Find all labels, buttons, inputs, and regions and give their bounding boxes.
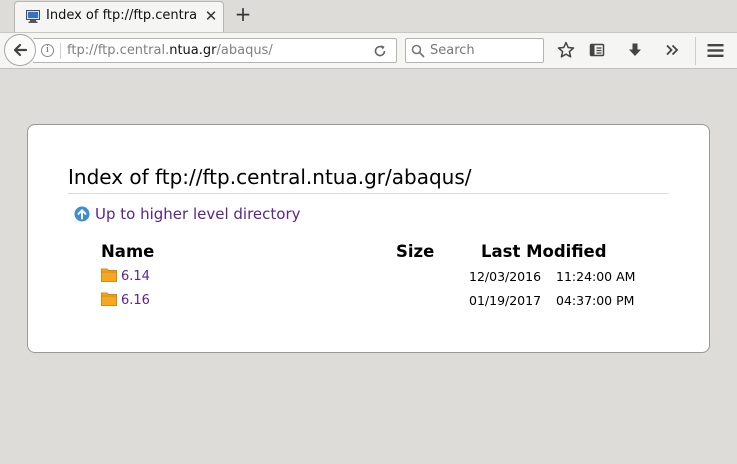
entry-time: 04:37:00 PM	[556, 293, 635, 308]
entry-name-link[interactable]: 6.16	[121, 293, 150, 308]
reload-icon[interactable]	[373, 44, 387, 58]
search-input[interactable]: Search	[405, 38, 544, 63]
back-arrow-icon	[13, 43, 28, 57]
bookmark-star-icon[interactable]	[557, 41, 575, 59]
entry-name-link[interactable]: 6.14	[121, 269, 150, 284]
toolbar-divider	[695, 37, 696, 65]
table-row: 6.16 01/19/2017 04:37:00 PM	[101, 291, 701, 311]
url-prefix: ftp://ftp.central.	[67, 43, 170, 58]
entry-date: 12/03/2016	[469, 269, 542, 284]
tab-active[interactable]: Index of ftp://ftp.central.ntua.gr/abaqu…	[14, 1, 224, 32]
hamburger-menu-icon[interactable]	[707, 43, 724, 58]
column-header-name[interactable]: Name	[101, 242, 154, 261]
column-header-modified[interactable]: Last Modified	[481, 242, 607, 261]
url-suffix: /abaqus/	[216, 43, 273, 58]
close-tab-icon[interactable]: ✕	[202, 7, 220, 25]
site-info-icon[interactable]: i	[41, 44, 54, 57]
search-placeholder: Search	[430, 43, 475, 58]
url-domain: ntua.gr	[169, 43, 217, 58]
folder-icon	[101, 268, 117, 282]
table-row: 6.14 12/03/2016 11:24:00 AM	[101, 267, 701, 287]
directory-listing-icon	[26, 10, 40, 23]
entry-date: 01/19/2017	[469, 293, 542, 308]
new-tab-icon[interactable]: +	[232, 4, 254, 26]
url-divider	[60, 43, 61, 59]
nav-bar: i ftp://ftp.central.ntua.gr/abaqus/ Sear…	[0, 32, 737, 69]
overflow-chevron-icon[interactable]	[665, 44, 679, 56]
directory-listing-panel: Index of ftp://ftp.central.ntua.gr/abaqu…	[27, 124, 710, 353]
tab-title: Index of ftp://ftp.central.ntua.gr/abaqu…	[46, 8, 196, 23]
folder-icon	[101, 292, 117, 306]
reading-list-icon[interactable]	[589, 42, 605, 58]
search-icon	[411, 44, 425, 58]
url-bar[interactable]: i ftp://ftp.central.ntua.gr/abaqus/	[33, 38, 397, 63]
up-directory-label[interactable]: Up to higher level directory	[95, 205, 301, 223]
tab-strip: Index of ftp://ftp.central.ntua.gr/abaqu…	[0, 0, 737, 32]
entry-time: 11:24:00 AM	[556, 269, 636, 284]
up-arrow-icon	[74, 206, 90, 222]
column-header-size[interactable]: Size	[396, 242, 434, 261]
download-icon[interactable]	[627, 42, 643, 58]
url-text[interactable]: ftp://ftp.central.ntua.gr/abaqus/	[67, 43, 273, 58]
page-title: Index of ftp://ftp.central.ntua.gr/abaqu…	[68, 165, 669, 194]
back-button[interactable]	[4, 34, 36, 66]
